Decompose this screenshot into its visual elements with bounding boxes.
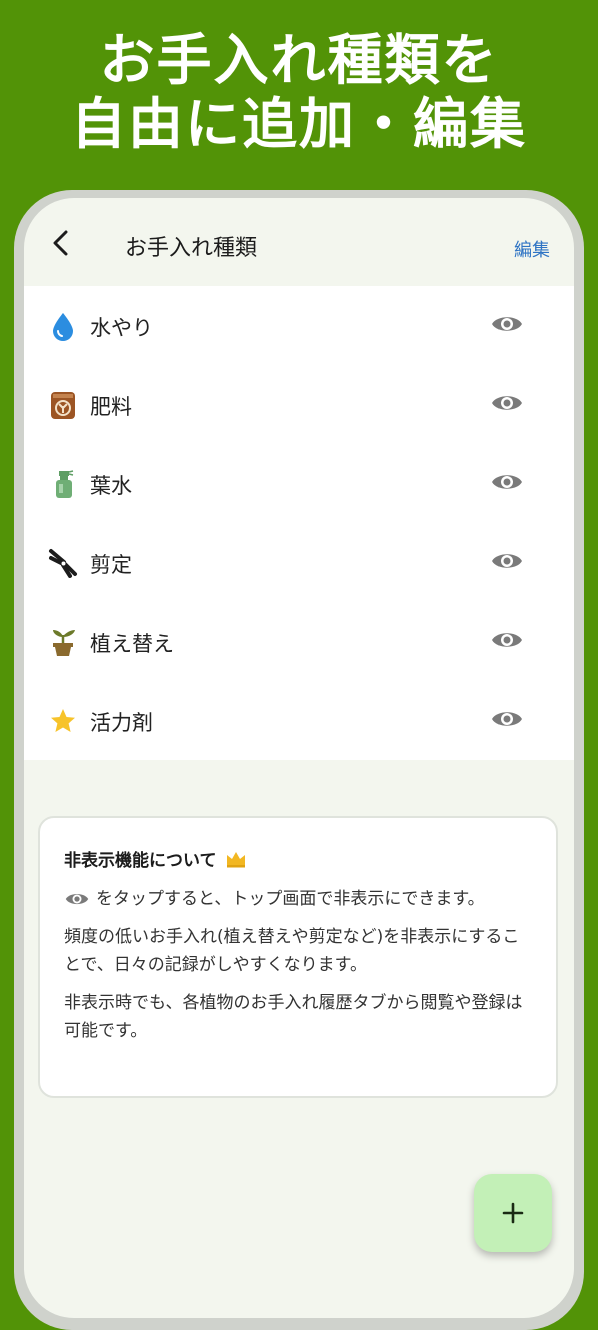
- promo-headline: お手入れ種類を 自由に追加・編集: [0, 28, 598, 156]
- info-card: 非表示機能について をタップすると、トップ画面で非表示にできます。 頻度の低いお…: [38, 816, 558, 1098]
- care-type-list: 水やり 肥料 葉水 剪定 植え替え 活力剤: [24, 286, 574, 760]
- app-screen: お手入れ種類 編集 水やり 肥料 葉水 剪定 植え替え 活力剤 非表示機能につい…: [24, 198, 574, 1318]
- list-item[interactable]: 剪定: [24, 523, 574, 602]
- list-item-label: 剪定: [90, 553, 132, 577]
- info-card-title: 非表示機能について: [64, 846, 532, 871]
- plus-icon: [502, 1202, 524, 1224]
- promo-headline-line1: お手入れ種類を: [99, 28, 499, 92]
- list-item[interactable]: 水やり: [24, 286, 574, 365]
- star-icon: [48, 706, 78, 736]
- crown-icon: [226, 851, 245, 867]
- list-item[interactable]: 活力剤: [24, 681, 574, 760]
- eye-icon: [65, 893, 89, 905]
- list-item[interactable]: 葉水: [24, 444, 574, 523]
- eye-icon[interactable]: [490, 470, 524, 494]
- info-paragraph-1-text: をタップすると、トップ画面で非表示にできます。: [96, 889, 485, 909]
- potted-plant-icon: [48, 627, 78, 657]
- eye-icon[interactable]: [490, 628, 524, 652]
- info-paragraph-2: 頻度の低いお手入れ(植え替えや剪定など)を非表示にすることで、日々の記録がしやす…: [64, 927, 520, 975]
- list-item[interactable]: 肥料: [24, 365, 574, 444]
- pruning-shears-icon: [48, 548, 78, 578]
- list-item-label: 肥料: [90, 395, 132, 419]
- page-title: お手入れ種類: [125, 236, 258, 261]
- edit-button[interactable]: 編集: [514, 236, 550, 262]
- list-item[interactable]: 植え替え: [24, 602, 574, 681]
- eye-icon[interactable]: [490, 312, 524, 336]
- info-paragraph-3: 非表示時でも、各植物のお手入れ履歴タブから閲覧や登録は可能です。: [64, 993, 523, 1041]
- add-care-type-button[interactable]: [474, 1174, 552, 1252]
- app-bar: お手入れ種類 編集: [24, 198, 574, 286]
- list-item-label: 葉水: [90, 474, 132, 498]
- fertilizer-bag-icon: [48, 390, 78, 420]
- eye-icon[interactable]: [490, 549, 524, 573]
- water-drop-icon: [48, 311, 78, 341]
- chevron-left-icon: [53, 230, 68, 256]
- info-paragraph-1: をタップすると、トップ画面で非表示にできます。: [64, 885, 532, 913]
- list-item-label: 水やり: [90, 316, 153, 340]
- promo-headline-line2: 自由に追加・編集: [70, 92, 527, 156]
- list-item-label: 植え替え: [90, 632, 174, 656]
- list-item-label: 活力剤: [90, 711, 153, 735]
- info-title-text: 非表示機能について: [64, 851, 217, 871]
- back-button[interactable]: [46, 228, 76, 258]
- eye-icon[interactable]: [490, 707, 524, 731]
- spray-bottle-icon: [48, 469, 78, 499]
- eye-icon[interactable]: [490, 391, 524, 415]
